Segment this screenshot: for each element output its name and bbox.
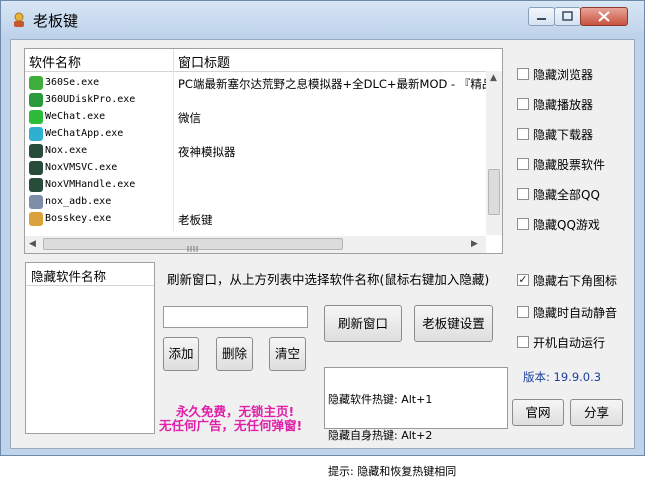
clear-button[interactable]: 清空 xyxy=(269,337,306,371)
hidden-list-header: 隐藏软件名称 xyxy=(26,263,154,286)
horizontal-scroll-thumb[interactable] xyxy=(43,238,343,252)
share-button[interactable]: 分享 xyxy=(570,399,623,426)
software-name-input[interactable] xyxy=(163,306,308,328)
hotkey-info-box[interactable]: 隐藏软件热键: Alt+1 隐藏自身热键: Alt+2 提示: 隐藏和恢复热键相… xyxy=(324,367,508,478)
checkbox-icon[interactable] xyxy=(517,188,529,200)
checkbox-icon[interactable] xyxy=(517,98,529,110)
column-header-name[interactable]: 软件名称 xyxy=(29,52,81,71)
option-label: 隐藏时自动静音 xyxy=(533,306,618,320)
process-name: nox_adb.exe xyxy=(45,196,112,207)
refresh-window-button[interactable]: 刷新窗口 xyxy=(324,305,402,342)
website-button[interactable]: 官网 xyxy=(512,399,564,426)
process-row[interactable]: Bosskey.exe 老板键 xyxy=(25,211,485,228)
option-label: 隐藏下载器 xyxy=(533,128,594,142)
noxvmsvc-icon xyxy=(29,161,43,175)
process-name: NoxVMHandle.exe xyxy=(45,179,136,190)
process-name: 360Se.exe xyxy=(45,77,100,88)
nox-adb-icon xyxy=(29,195,43,209)
checkbox-icon[interactable] xyxy=(517,336,529,348)
minimize-icon xyxy=(537,18,546,20)
checkbox-icon[interactable] xyxy=(517,218,529,230)
hidden-list-header-label[interactable]: 隐藏软件名称 xyxy=(31,266,106,285)
close-button[interactable] xyxy=(580,7,628,26)
process-list[interactable]: 软件名称 窗口标题 360Se.exe PC端最新塞尔达荒野之息模拟器+全DLC+… xyxy=(24,48,503,254)
scroll-left-arrow-icon[interactable]: ◀ xyxy=(29,239,36,249)
process-name: WeChat.exe xyxy=(45,111,106,122)
process-row[interactable]: nox_adb.exe xyxy=(25,194,485,211)
client-area: 软件名称 窗口标题 360Se.exe PC端最新塞尔达荒野之息模拟器+全DLC+… xyxy=(10,39,635,478)
process-row[interactable]: NoxVMSVC.exe xyxy=(25,160,485,177)
option-label: 隐藏股票软件 xyxy=(533,158,606,172)
add-button[interactable]: 添加 xyxy=(163,337,199,371)
vertical-scroll-thumb[interactable] xyxy=(488,169,500,215)
wechatapp-icon xyxy=(29,127,43,141)
hotkey-line-hide-self: 隐藏自身热键: Alt+2 xyxy=(328,429,433,442)
process-row[interactable]: 360Se.exe PC端最新塞尔达荒野之息模拟器+全DLC+最新MOD - 『精… xyxy=(25,75,493,92)
option-label: 隐藏全部QQ xyxy=(533,188,600,202)
360udisk-icon xyxy=(29,93,43,107)
nox-icon xyxy=(29,144,43,158)
title-bar[interactable]: 老板键 xyxy=(1,1,644,39)
process-name: 360UDiskPro.exe xyxy=(45,94,136,105)
window-title: 老板键 xyxy=(33,12,79,30)
option-label: 开机自动运行 xyxy=(533,336,606,350)
process-list-header: 软件名称 窗口标题 xyxy=(25,49,502,72)
checkmark-icon[interactable]: ✓ xyxy=(517,274,529,286)
checkbox-icon[interactable] xyxy=(517,306,529,318)
process-name: NoxVMSVC.exe xyxy=(45,162,118,173)
option-label: 隐藏QQ游戏 xyxy=(533,218,600,232)
noxvmhandle-icon xyxy=(29,178,43,192)
process-name: Bosskey.exe xyxy=(45,213,112,224)
checkbox-icon[interactable] xyxy=(517,158,529,170)
window-title-cell: 夜神模拟器 xyxy=(178,145,236,159)
scroll-up-arrow-icon[interactable]: ▲ xyxy=(490,73,497,83)
vertical-scrollbar[interactable]: ▲ xyxy=(486,71,502,235)
bosskey-app-icon xyxy=(14,12,24,27)
process-row[interactable]: WeChat.exe 微信 xyxy=(25,109,485,126)
instruction-text: 刷新窗口，从上方列表中选择软件名称(鼠标右键加入隐藏) xyxy=(167,272,490,287)
window-title-cell: 微信 xyxy=(178,111,201,125)
delete-button[interactable]: 删除 xyxy=(216,337,253,371)
hotkey-line-tip: 提示: 隐藏和恢复热键相同 xyxy=(328,465,457,478)
360se-icon xyxy=(29,76,43,90)
option-label: 隐藏右下角图标 xyxy=(533,274,618,288)
process-name: Nox.exe xyxy=(45,145,88,156)
close-icon xyxy=(598,11,610,22)
maximize-button[interactable] xyxy=(554,7,581,26)
option-label: 隐藏播放器 xyxy=(533,98,594,112)
bosskey-settings-button[interactable]: 老板键设置 xyxy=(414,305,493,342)
process-row[interactable]: Nox.exe 夜神模拟器 xyxy=(25,143,485,160)
window-title-cell: PC端最新塞尔达荒野之息模拟器+全DLC+最新MOD - 『精品 xyxy=(178,77,494,91)
process-row[interactable]: 360UDiskPro.exe xyxy=(25,92,485,109)
checkbox-icon[interactable] xyxy=(517,68,529,80)
column-separator[interactable] xyxy=(173,49,174,71)
version-label: 版本: 19.9.0.3 xyxy=(523,370,602,384)
main-window: 老板键 软件名称 窗口标题 360Se.exe PC端最新塞尔达荒野之息模拟器+全… xyxy=(0,0,645,478)
process-row[interactable]: WeChatApp.exe xyxy=(25,126,485,143)
minimize-button[interactable] xyxy=(528,7,555,26)
process-row[interactable]: NoxVMHandle.exe xyxy=(25,177,485,194)
horizontal-scrollbar[interactable]: ◀ ▶ xyxy=(25,236,486,253)
bosskey-icon xyxy=(29,212,43,226)
process-name: WeChatApp.exe xyxy=(45,128,124,139)
grip-icon xyxy=(187,246,198,252)
hotkey-line-hide-software: 隐藏软件热键: Alt+1 xyxy=(328,393,433,406)
column-header-title[interactable]: 窗口标题 xyxy=(178,52,230,71)
option-label: 隐藏浏览器 xyxy=(533,68,594,82)
wechat-icon xyxy=(29,110,43,124)
promo-line-2: 无任何广告，无任何弹窗! xyxy=(159,418,303,433)
window-title-cell: 老板键 xyxy=(178,213,213,227)
checkbox-icon[interactable] xyxy=(517,128,529,140)
maximize-icon xyxy=(562,11,573,21)
scroll-right-arrow-icon[interactable]: ▶ xyxy=(471,239,478,249)
hidden-software-list[interactable]: 隐藏软件名称 xyxy=(25,262,155,434)
